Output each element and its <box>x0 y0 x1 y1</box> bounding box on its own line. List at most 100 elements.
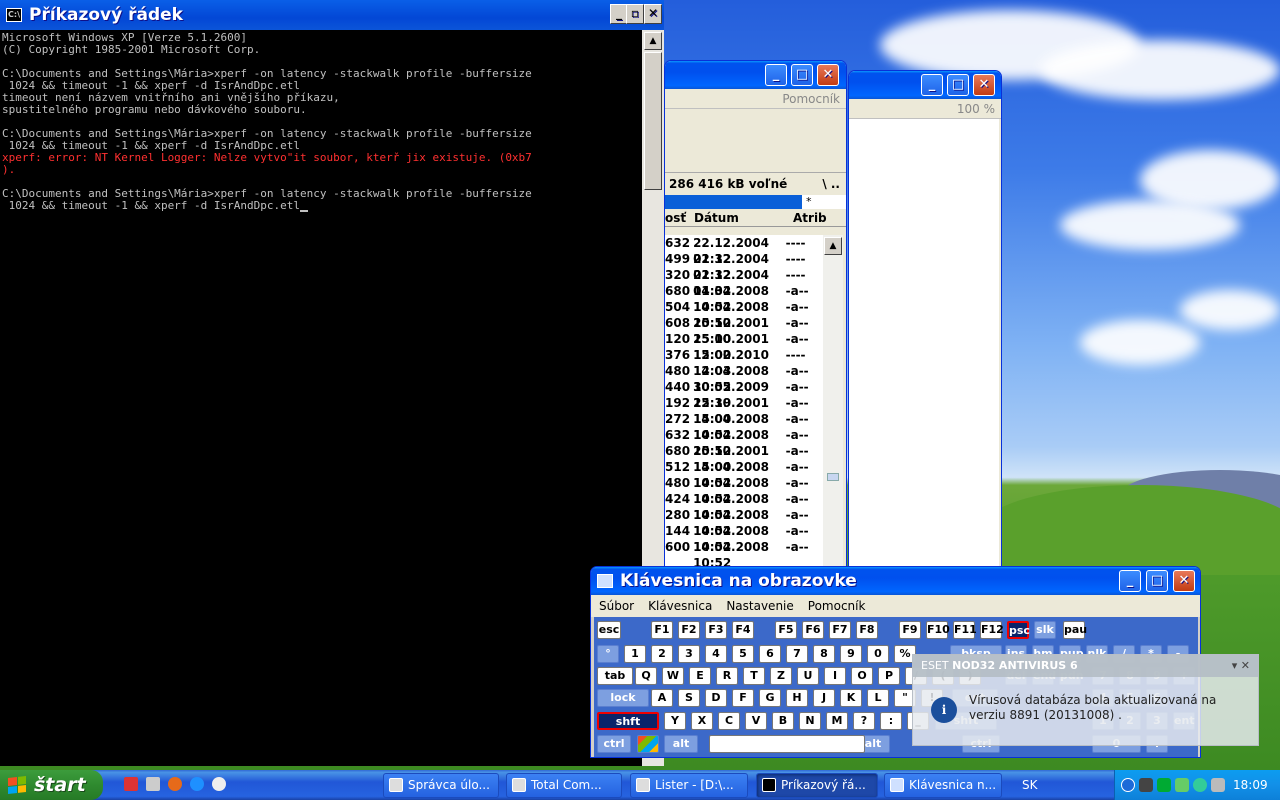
key-v[interactable]: V <box>745 712 767 730</box>
key-f9[interactable]: F9 <box>899 621 921 639</box>
key-9[interactable]: 9 <box>840 645 862 663</box>
file-list-scrollbar[interactable]: ▲ <box>823 235 843 569</box>
table-row[interactable]: 600 14.04.2008 10:52 -a-- <box>665 539 823 569</box>
key-f8[interactable]: F8 <box>856 621 878 639</box>
key-w[interactable]: W <box>662 667 684 685</box>
key-8[interactable]: 8 <box>813 645 835 663</box>
chevron-left-icon[interactable] <box>1121 778 1135 792</box>
table-row[interactable]: 512 14.04.2008 10:52 -a-- <box>665 459 823 490</box>
key-b[interactable]: B <box>772 712 794 730</box>
key-2[interactable]: 2 <box>651 645 673 663</box>
menu-help[interactable]: Pomocník <box>808 595 866 617</box>
key-j[interactable]: J <box>813 689 835 707</box>
minimize-button[interactable]: _ <box>765 64 787 86</box>
taskbar-button-keyboard[interactable]: Klávesnica n... <box>884 773 1002 798</box>
keyboard-titlebar[interactable]: Klávesnica na obrazovke _ □ ✕ <box>591 567 1200 595</box>
key-7[interactable]: 7 <box>786 645 808 663</box>
maximize-button[interactable]: □ <box>947 74 969 96</box>
close-button[interactable]: ✕ <box>1173 570 1195 592</box>
key-d[interactable]: D <box>705 689 727 707</box>
taskbar-button-lister[interactable]: Lister - [D:\... <box>630 773 748 798</box>
close-button[interactable]: ✕ <box>644 4 662 24</box>
windows-key-icon[interactable] <box>637 735 659 753</box>
key-f[interactable]: F <box>732 689 754 707</box>
table-row[interactable]: 376 12.02.2010 12:03 ---- <box>665 347 823 378</box>
menu-help[interactable]: Pomocník <box>665 89 846 109</box>
close-icon[interactable]: ▾ ✕ <box>1232 655 1250 677</box>
table-row[interactable]: 424 14.04.2008 10:52 -a-- <box>665 491 823 522</box>
antivirus-notification[interactable]: ESET NOD32 ANTIVIRUS 6 ▾ ✕ i Vírusová da… <box>912 654 1259 746</box>
key-f7[interactable]: F7 <box>829 621 851 639</box>
tray-app-icon[interactable] <box>1139 778 1153 792</box>
key-f11[interactable]: F11 <box>953 621 977 639</box>
close-button[interactable]: ✕ <box>817 64 839 86</box>
table-row[interactable]: 632 22.12.2004 01:32 ---- <box>665 235 823 266</box>
col-date[interactable]: Dátum <box>691 209 793 226</box>
monitor-icon[interactable] <box>1211 778 1225 792</box>
key-a[interactable]: A <box>651 689 673 707</box>
scroll-up-button[interactable]: ▲ <box>824 237 842 255</box>
key-m[interactable]: M <box>826 712 848 730</box>
antivirus-icon[interactable] <box>1193 778 1207 792</box>
taskbar-button-task-manager[interactable]: Správca úlo... <box>383 773 499 798</box>
key-u[interactable]: U <box>797 667 819 685</box>
close-button[interactable]: ✕ <box>973 74 995 96</box>
menu-keyboard[interactable]: Klávesnica <box>648 595 712 617</box>
key-esc[interactable]: esc <box>597 621 621 639</box>
maximize-button[interactable]: □ <box>791 64 813 86</box>
col-attr[interactable]: Atrib <box>793 209 843 226</box>
table-row[interactable]: 272 14.04.2008 10:52 -a-- <box>665 411 823 442</box>
key-ctrl[interactable]: ctrl <box>597 735 631 753</box>
save-icon[interactable] <box>124 777 138 791</box>
table-row[interactable]: 192 25.10.2001 15:00 -a-- <box>665 395 823 426</box>
key-f12[interactable]: F12 <box>980 621 1004 639</box>
menu-file[interactable]: Súbor <box>599 595 634 617</box>
table-row[interactable]: 480 14.04.2008 10:52 -a-- <box>665 475 823 506</box>
maximize-button[interactable]: ▫ <box>626 4 644 24</box>
table-row[interactable]: 680 25.10.2001 15:00 -a-- <box>665 443 823 474</box>
table-row[interactable]: 440 30.05.2009 12:39 -a-- <box>665 379 823 410</box>
key-z[interactable]: Z <box>770 667 792 685</box>
path-marks[interactable]: \ .. <box>822 173 840 195</box>
key-i[interactable]: I <box>824 667 846 685</box>
minimize-button[interactable]: _ <box>921 74 943 96</box>
key-q[interactable]: Q <box>635 667 657 685</box>
key-lock[interactable]: lock <box>597 689 649 707</box>
key-f4[interactable]: F4 <box>732 621 754 639</box>
key-f5[interactable]: F5 <box>775 621 797 639</box>
key-6[interactable]: 6 <box>759 645 781 663</box>
key-4[interactable]: 4 <box>705 645 727 663</box>
key-1[interactable]: 1 <box>624 645 646 663</box>
taskbar-button-total-commander[interactable]: Total Com... <box>506 773 622 798</box>
key-f6[interactable]: F6 <box>802 621 824 639</box>
table-row[interactable]: 120 25.10.2001 15:00 -a-- <box>665 331 823 362</box>
key-c[interactable]: C <box>718 712 740 730</box>
key-k[interactable]: K <box>840 689 862 707</box>
minimize-button[interactable]: _ <box>1119 570 1141 592</box>
key-space[interactable] <box>709 735 865 753</box>
col-size[interactable]: osť <box>665 209 691 226</box>
language-indicator[interactable]: SK <box>1022 770 1038 800</box>
key-psc[interactable]: psc <box>1007 621 1030 639</box>
network-icon[interactable] <box>1175 778 1189 792</box>
key-[interactable]: ? <box>853 712 875 730</box>
firefox-icon[interactable] <box>168 777 182 791</box>
taskbar-button-command-prompt[interactable]: Príkazový řá... <box>756 773 878 798</box>
key-x[interactable]: X <box>691 712 713 730</box>
task-manager-titlebar[interactable]: _ □ ✕ <box>849 71 1001 99</box>
task-manager-window[interactable]: _ □ ✕ 100 % <box>848 70 1002 570</box>
key-n[interactable]: N <box>799 712 821 730</box>
table-row[interactable]: 499 22.12.2004 01:32 ---- <box>665 251 823 282</box>
key-t[interactable]: T <box>743 667 765 685</box>
key-[interactable]: ° <box>597 645 619 663</box>
menu-settings[interactable]: Nastavenie <box>726 595 793 617</box>
scroll-thumb[interactable] <box>827 473 839 481</box>
key-y[interactable]: Y <box>664 712 686 730</box>
key-s[interactable]: S <box>678 689 700 707</box>
key-f3[interactable]: F3 <box>705 621 727 639</box>
table-row[interactable]: 632 14.04.2008 10:52 -a-- <box>665 427 823 458</box>
console-output[interactable]: Microsoft Windows XP [Verze 5.1.2600] (C)… <box>0 30 642 766</box>
table-row[interactable]: 144 14.04.2008 10:52 -a-- <box>665 523 823 554</box>
key-5[interactable]: 5 <box>732 645 754 663</box>
table-row[interactable]: 320 22.12.2004 01:32 ---- <box>665 267 823 298</box>
